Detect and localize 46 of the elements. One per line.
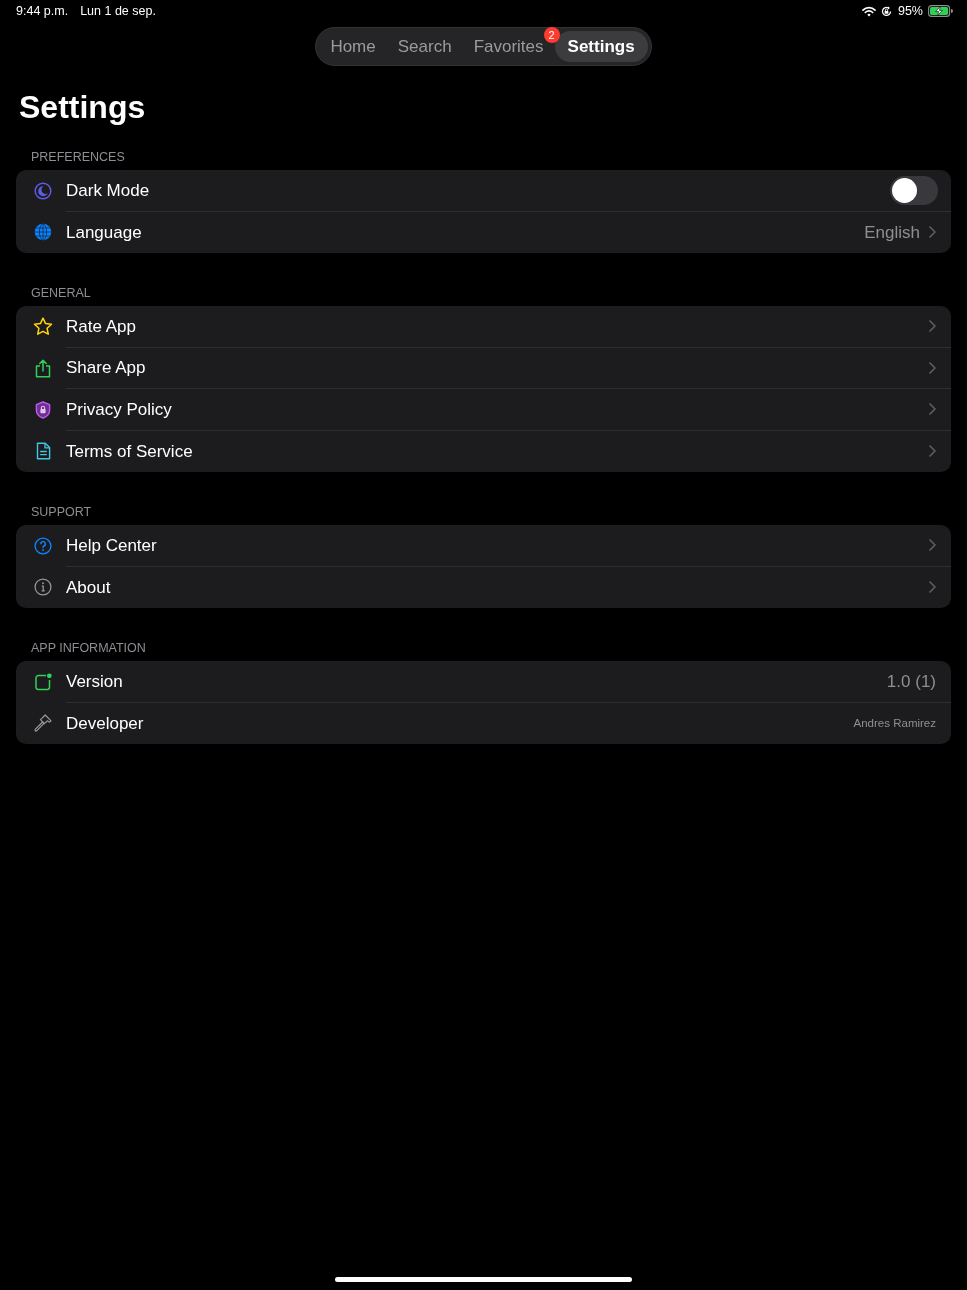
share-icon	[35, 358, 51, 378]
battery-charging-icon	[928, 5, 953, 17]
tab[interactable]: Search	[386, 31, 463, 62]
shield-lock-icon	[35, 400, 51, 419]
hammer-icon	[33, 713, 53, 734]
setting-label[interactable]: Dark Mode	[66, 177, 150, 203]
setting-value: English	[864, 221, 920, 244]
chevron-right-icon	[929, 226, 936, 239]
battery-percent: 95%	[897, 2, 923, 20]
tab[interactable]: Settings	[554, 31, 648, 62]
setting-label[interactable]: Language	[66, 219, 142, 245]
setting-label: Version	[66, 670, 123, 693]
setting-label[interactable]: Privacy Policy	[66, 396, 172, 422]
info-icon	[34, 578, 52, 597]
notification-badge: 2	[543, 27, 560, 43]
page-title: Settings	[19, 88, 147, 127]
section-header: PREFERENCES	[31, 150, 126, 164]
status-date: Lun 1 de sep.	[80, 2, 156, 20]
chevron-right-icon	[929, 539, 936, 552]
setting-label: Developer	[66, 712, 144, 735]
orientation-lock-icon	[880, 5, 892, 17]
setting-label[interactable]: Terms of Service	[66, 438, 193, 464]
setting-value: 1.0 (1)	[886, 670, 936, 693]
chevron-right-icon	[929, 581, 936, 594]
setting-label[interactable]: Help Center	[66, 532, 157, 558]
status-time: 9:44 p.m.	[16, 2, 69, 20]
globe-icon	[34, 223, 52, 242]
toggle-switch[interactable]	[890, 175, 938, 205]
app-badge-icon	[34, 672, 52, 691]
help-icon	[34, 536, 52, 555]
chevron-right-icon	[929, 445, 936, 458]
moon-icon	[34, 181, 52, 200]
setting-label[interactable]: Rate App	[66, 313, 136, 339]
section-header: GENERAL	[31, 286, 92, 300]
setting-value: Andres Ramirez	[853, 715, 936, 731]
wifi-icon	[861, 5, 876, 17]
setting-label[interactable]: About	[66, 574, 111, 600]
setting-label[interactable]: Share App	[66, 355, 146, 381]
tab[interactable]: Home	[319, 31, 387, 62]
chevron-right-icon	[929, 361, 936, 374]
section-header: APP INFORMATION	[31, 641, 147, 655]
section-header: SUPPORT	[31, 505, 93, 519]
star-icon	[33, 317, 53, 337]
chevron-right-icon	[929, 320, 936, 333]
document-icon	[35, 442, 51, 461]
chevron-right-icon	[929, 403, 936, 416]
